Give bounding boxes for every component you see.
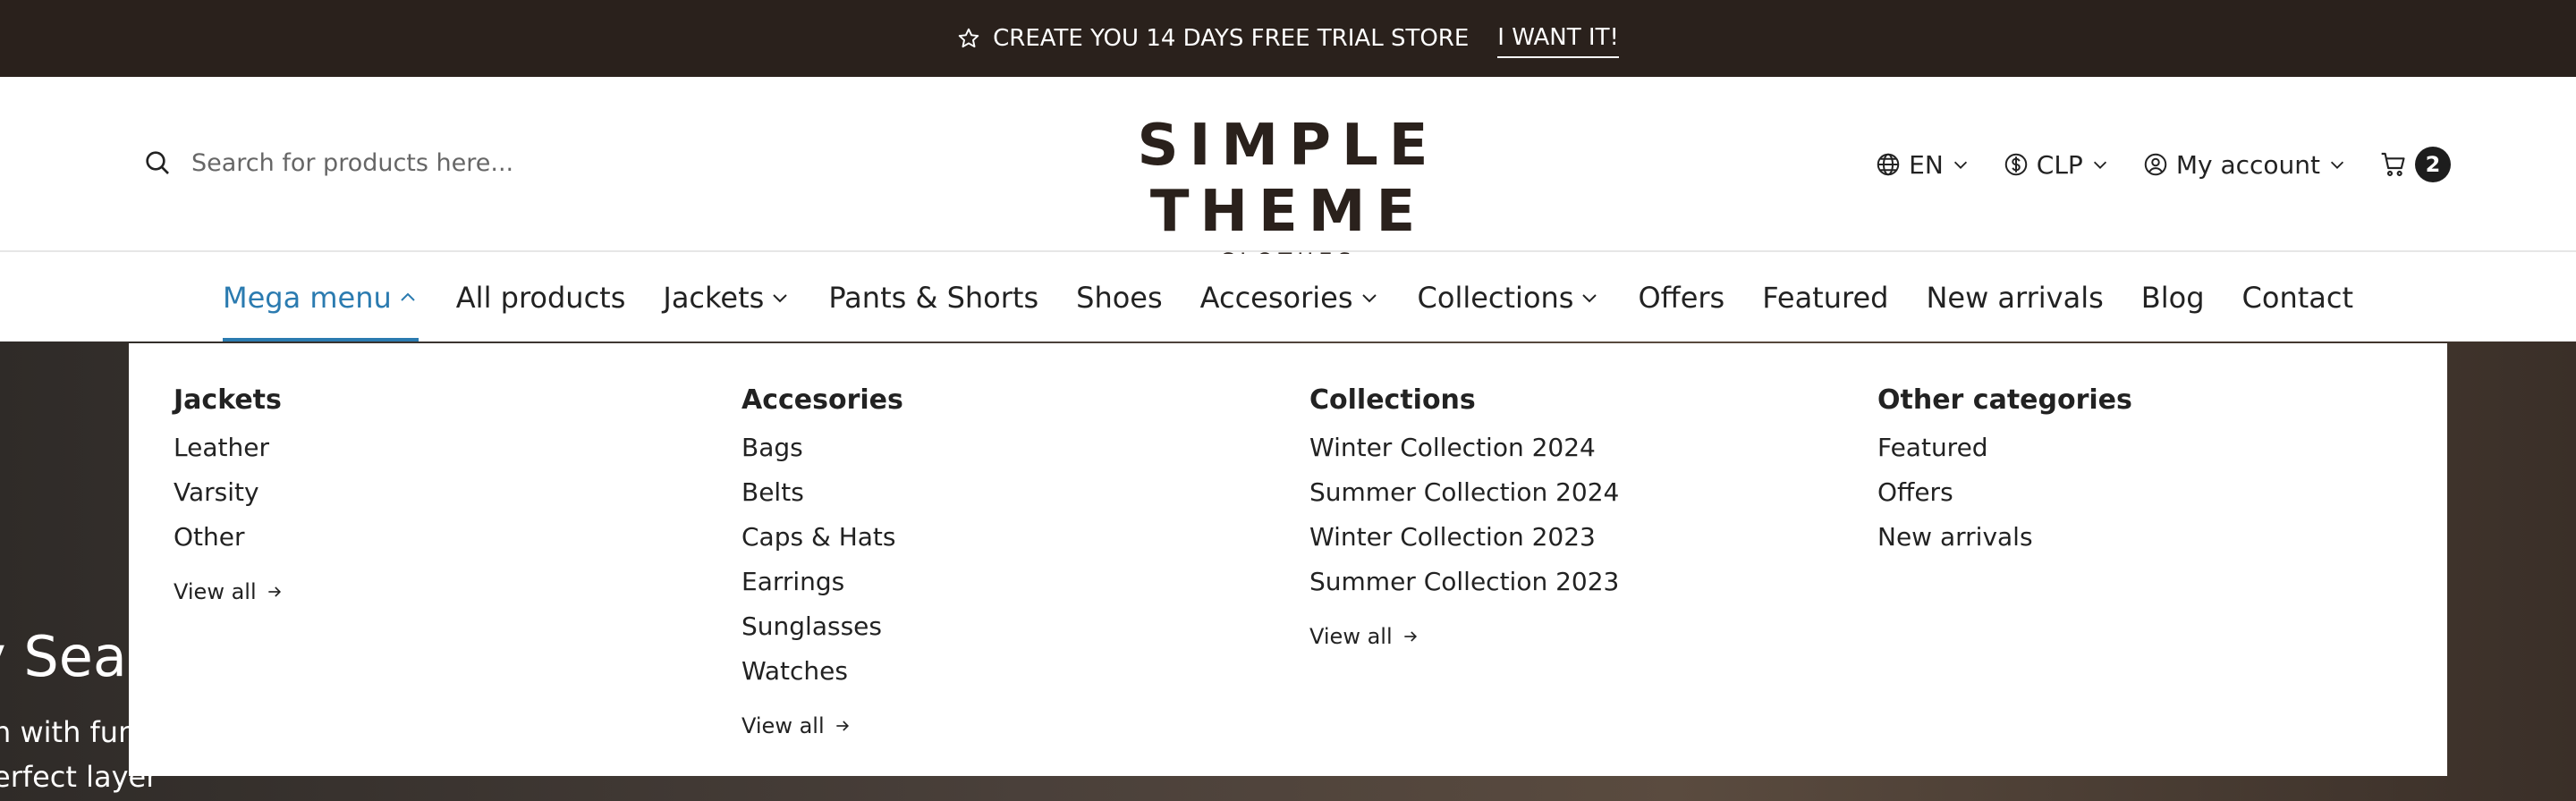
nav-item-label: Featured [1762,281,1889,315]
nav-item-label: Collections [1417,281,1574,315]
view-all-label: View all [174,579,257,604]
arrow-right-icon [1403,631,1417,642]
view-all-link[interactable]: View all [1309,614,1619,659]
view-all-label: View all [1309,624,1393,649]
mega-column-title: Collections [1309,384,1476,416]
nav-item-label: Pants & Shorts [828,281,1039,315]
logo-brand: SIMPLE THEME [1137,113,1439,245]
nav-item-label: Jackets [663,281,765,315]
nav-item-label: Offers [1638,281,1725,315]
mega-link[interactable]: Summer Collection 2023 [1309,569,1619,614]
mega-column-title: Other categories [1877,384,2132,416]
mega-link[interactable]: Other [174,525,284,569]
nav-item-label: All products [455,281,626,315]
announcement-text: CREATE YOU 14 DAYS FREE TRIAL STORE [957,25,1469,52]
mega-link[interactable]: Bags [741,435,903,480]
mega-link[interactable]: Varsity [174,480,284,525]
announcement-bar: CREATE YOU 14 DAYS FREE TRIAL STORE I WA… [0,0,2576,77]
main-nav: Mega menu All products Jackets Pants & S… [0,254,2576,341]
nav-item-label: Blog [2140,281,2205,315]
mega-link[interactable]: New arrivals [1877,525,2132,569]
cart-icon [2381,152,2405,177]
mega-link[interactable]: Sunglasses [741,614,903,659]
nav-item-new-arrivals[interactable]: New arrivals [1926,254,2103,341]
mega-link[interactable]: Leather [174,435,284,480]
nav-item-all-products[interactable]: All products [456,254,626,341]
account-label: My account [2175,149,2320,180]
mega-link[interactable]: Caps & Hats [741,525,903,569]
mega-column-collections: Collections Winter Collection 2024 Summe… [1309,384,1619,659]
trial-cta-link[interactable]: I WANT IT! [1497,24,1619,58]
chevron-up-icon [401,292,415,301]
search-input[interactable] [191,148,728,177]
view-all-link[interactable]: View all [741,704,903,748]
language-selector[interactable]: EN [1875,150,1970,180]
mega-link[interactable]: Summer Collection 2024 [1309,480,1619,525]
chevron-down-icon [1953,161,1967,169]
mega-link[interactable]: Winter Collection 2023 [1309,525,1619,569]
nav-item-label: Mega menu [222,281,392,315]
site-header: SIMPLE THEME – CLOTHES – EN CLP My accou… [0,77,2576,274]
nav-item-featured[interactable]: Featured [1762,254,1888,341]
account-menu[interactable]: My account [2142,150,2347,180]
arrow-right-icon [267,586,281,597]
mega-link[interactable]: Offers [1877,480,2132,525]
mega-column-title: Accesories [741,384,903,416]
star-icon [958,28,979,48]
header-utilities: EN CLP My account 2 [1875,147,2451,182]
nav-item-offers[interactable]: Offers [1638,254,1724,341]
nav-item-label: Accesories [1199,281,1353,315]
search-bar [143,148,728,177]
chevron-down-icon [773,294,788,303]
nav-item-pants-shorts[interactable]: Pants & Shorts [828,254,1038,341]
mega-link[interactable]: Belts [741,480,903,525]
user-icon [2144,153,2167,176]
view-all-label: View all [741,713,825,738]
nav-item-contact[interactable]: Contact [2242,254,2354,341]
currency-selector[interactable]: CLP [2003,150,2110,180]
chevron-down-icon [1582,294,1597,303]
language-label: EN [1909,149,1944,180]
mega-column-accesories: Accesories Bags Belts Caps & Hats Earrin… [741,384,903,748]
cart-count-badge: 2 [2415,147,2451,182]
search-icon[interactable] [143,148,172,177]
nav-item-blog[interactable]: Blog [2141,254,2205,341]
site-logo[interactable]: SIMPLE THEME – CLOTHES – [1020,113,1556,274]
arrow-right-icon [835,721,849,731]
nav-item-accesories[interactable]: Accesories [1200,254,1380,341]
mega-link[interactable]: Winter Collection 2024 [1309,435,1619,480]
nav-item-label: Contact [2241,281,2354,315]
nav-item-label: New arrivals [1926,281,2104,315]
currency-icon [2004,153,2028,176]
hero-text-line: n with fun [0,715,137,749]
chevron-down-icon [2330,161,2344,169]
mega-column-other-categories: Other categories Featured Offers New arr… [1877,384,2132,569]
nav-item-mega-menu[interactable]: Mega menu [222,254,419,341]
mega-column-jackets: Jackets Leather Varsity Other View all [174,384,284,614]
view-all-link[interactable]: View all [174,569,284,614]
nav-item-label: Shoes [1076,281,1163,315]
nav-item-shoes[interactable]: Shoes [1076,254,1163,341]
mega-menu-panel: Jackets Leather Varsity Other View all A… [129,343,2447,776]
cart-button[interactable]: 2 [2379,147,2451,182]
nav-item-jackets[interactable]: Jackets [663,254,791,341]
mega-link[interactable]: Featured [1877,435,2132,480]
mega-link[interactable]: Watches [741,659,903,704]
currency-label: CLP [2036,149,2083,180]
globe-icon [1877,153,1900,176]
announcement-label: CREATE YOU 14 DAYS FREE TRIAL STORE [993,25,1470,52]
mega-column-title: Jackets [174,384,282,416]
nav-item-collections[interactable]: Collections [1418,254,1601,341]
chevron-down-icon [2093,161,2106,169]
chevron-down-icon [1361,294,1377,303]
mega-link[interactable]: Earrings [741,569,903,614]
